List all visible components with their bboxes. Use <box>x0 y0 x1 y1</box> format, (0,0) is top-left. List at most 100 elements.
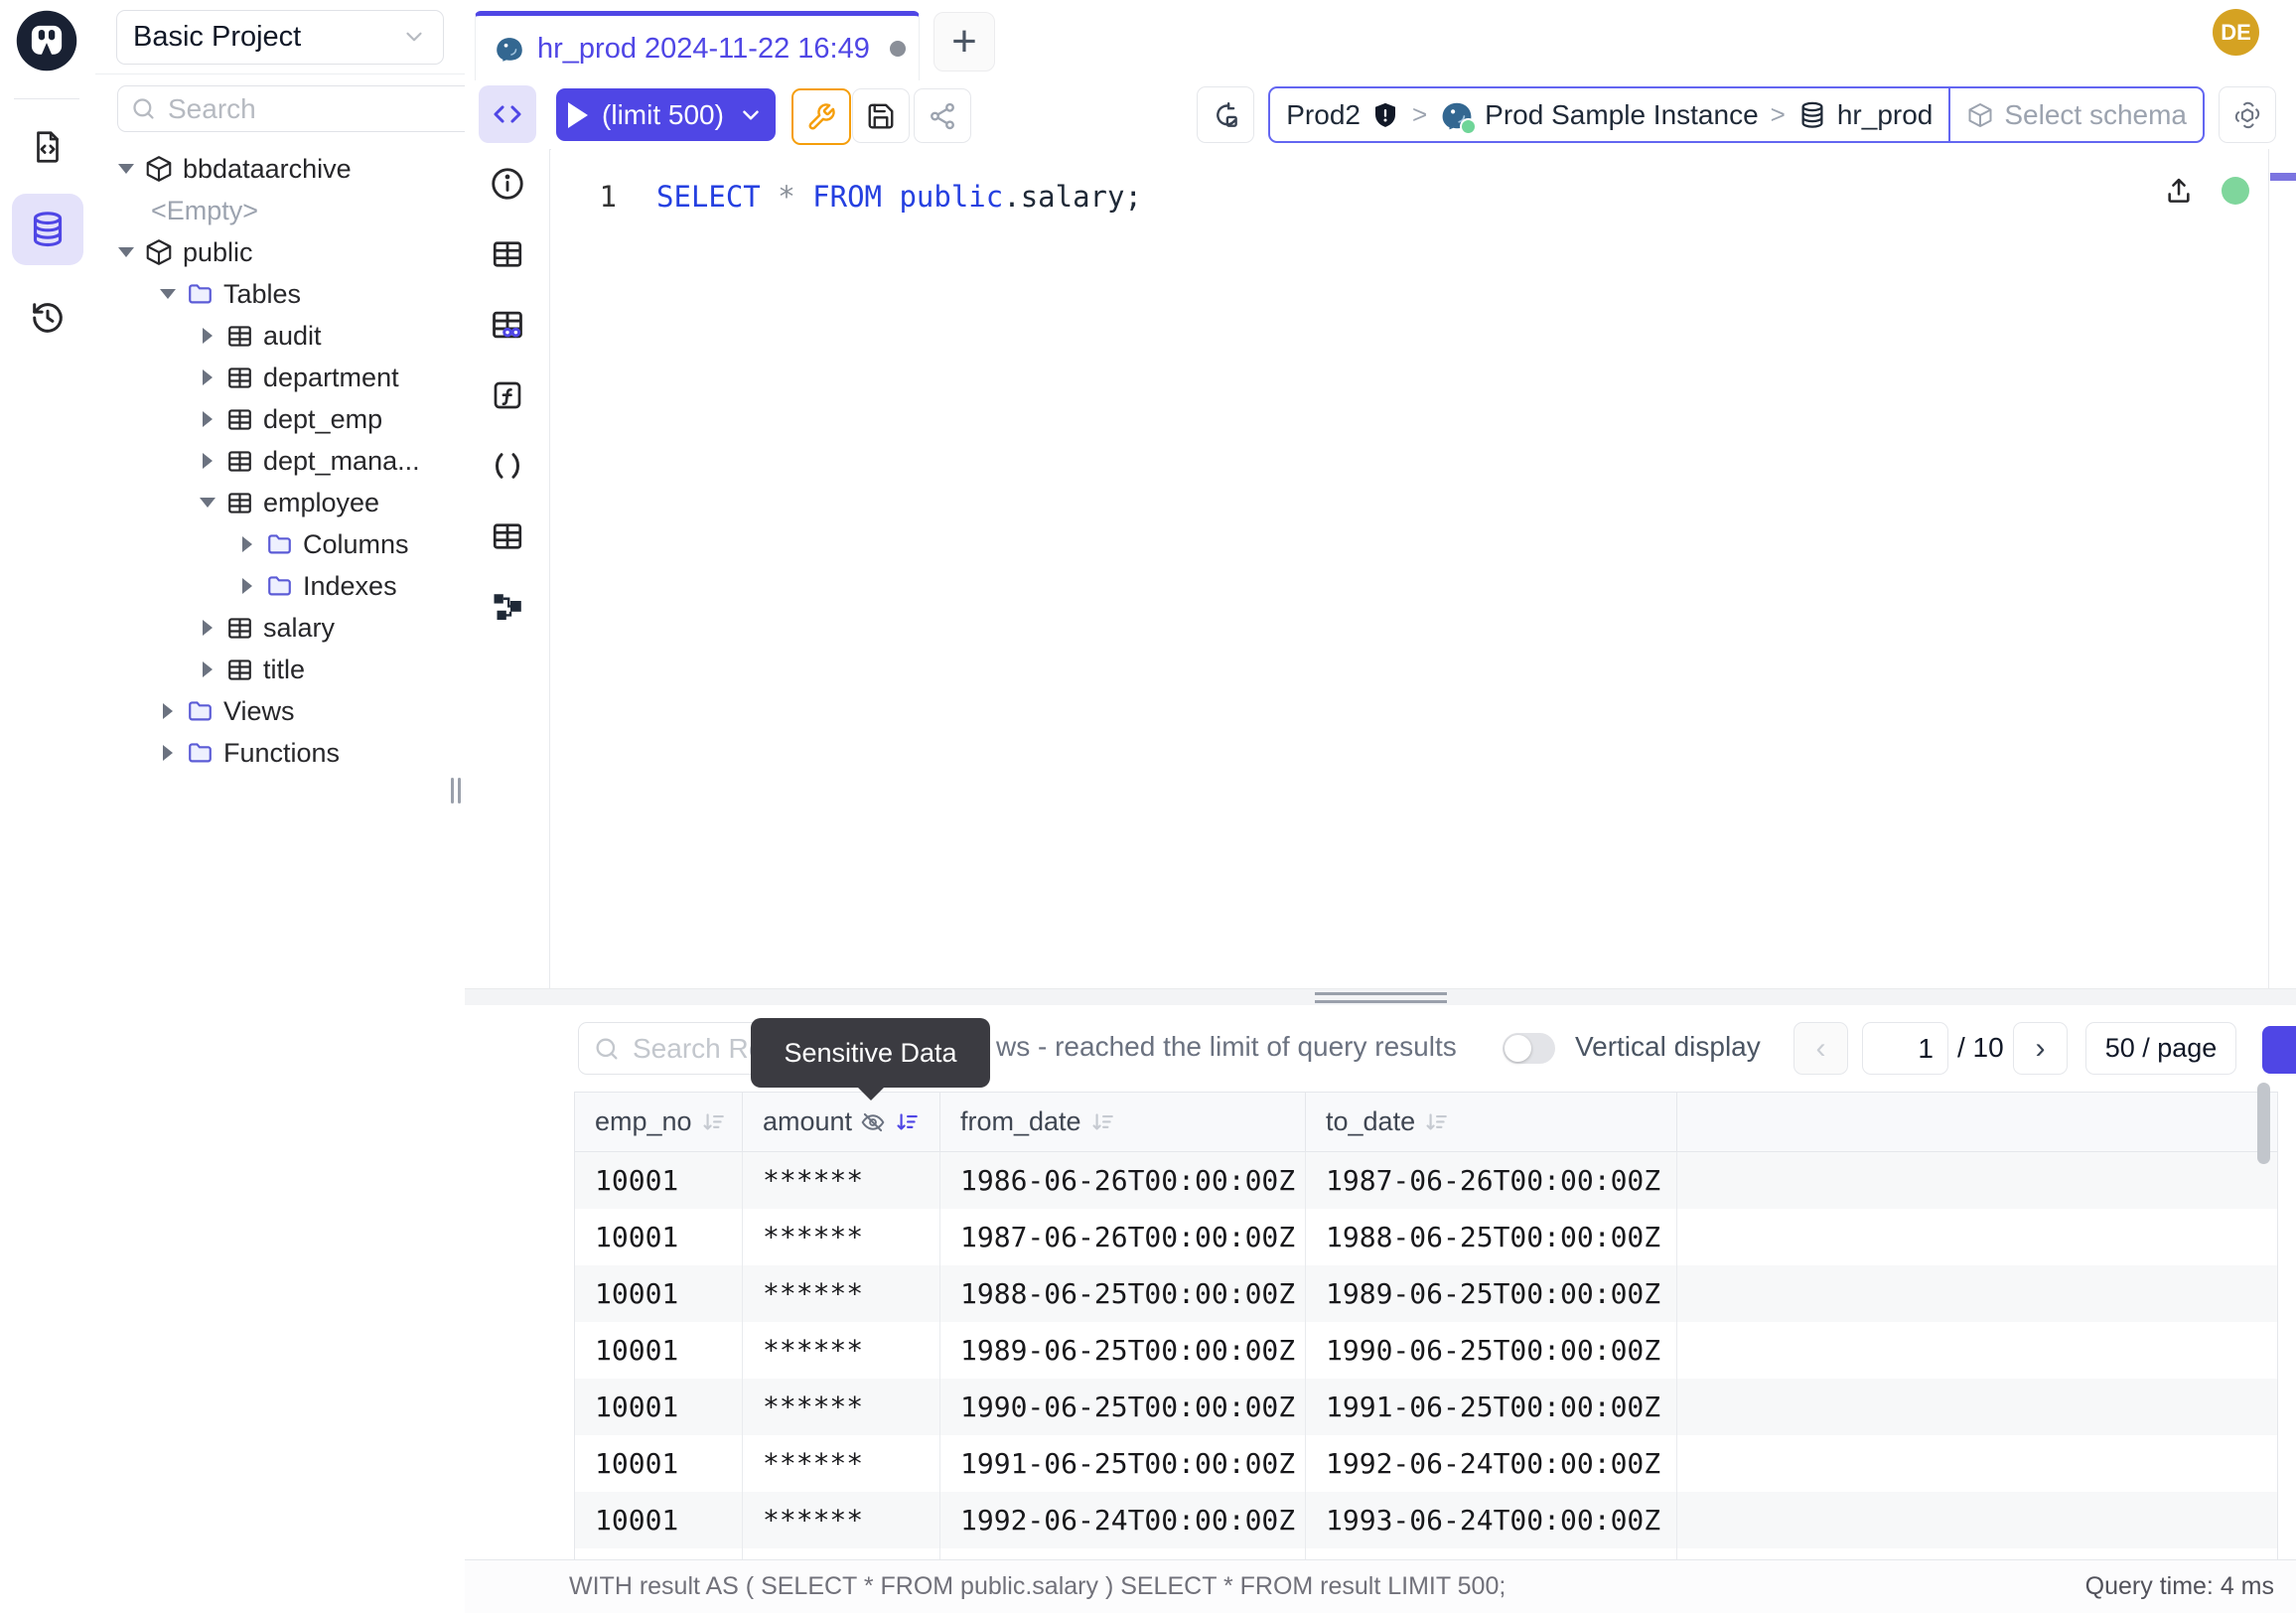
schema-diagram-icon[interactable] <box>489 588 526 626</box>
table-icon[interactable] <box>489 517 526 555</box>
folder-icon <box>186 697 215 726</box>
tree-item-empty: <Empty> <box>95 190 465 231</box>
history-button[interactable] <box>12 282 83 354</box>
editor-scrollbar-thumb[interactable] <box>2270 173 2296 181</box>
sort-icon[interactable] <box>1423 1109 1449 1135</box>
run-query-button[interactable]: (limit 500) <box>556 88 776 141</box>
chevron-right-icon[interactable] <box>159 745 177 761</box>
prev-page-button[interactable]: ‹ <box>1794 1022 1848 1075</box>
chevron-down-icon[interactable] <box>117 164 135 174</box>
chevron-right-icon[interactable] <box>199 661 216 677</box>
chevron-right-icon[interactable] <box>199 620 216 636</box>
tree-item-views[interactable]: Views <box>95 690 465 732</box>
breadcrumb-separator: > <box>1410 99 1429 130</box>
breadcrumb-connection[interactable]: Prod2 > Prod Sample Instance > <box>1270 88 1948 141</box>
tree-item-dept-emp[interactable]: dept_emp <box>95 398 465 440</box>
tree-item-salary[interactable]: salary <box>95 607 465 649</box>
tree-item-employee[interactable]: employee <box>95 482 465 523</box>
chevron-down-icon[interactable] <box>117 247 135 257</box>
column-header-amount[interactable]: amount <box>743 1093 940 1151</box>
table-row[interactable]: 10001******1988-06-25T00:00:00Z1989-06-2… <box>575 1265 2277 1322</box>
info-icon[interactable] <box>489 165 526 203</box>
tree-item-tables[interactable]: Tables <box>95 273 465 315</box>
next-page-button[interactable]: › <box>2013 1022 2068 1075</box>
database-stack-icon <box>1797 100 1827 130</box>
ai-assistant-button[interactable] <box>2219 86 2276 143</box>
worksheet-button[interactable] <box>12 111 83 183</box>
tab-hr-prod[interactable]: hr_prod 2024-11-22 16:49 <box>475 11 920 81</box>
chevron-down-icon <box>401 24 427 50</box>
chevron-right-icon[interactable] <box>238 536 256 552</box>
chevron-right-icon[interactable] <box>199 453 216 469</box>
chevron-down-icon[interactable] <box>199 498 216 508</box>
sort-icon-active[interactable] <box>894 1109 920 1135</box>
table-row[interactable]: 10001******1993-06-24T00:00:00Z1994-06-2… <box>575 1548 2277 1559</box>
table-icon <box>225 405 254 434</box>
parentheses-icon[interactable] <box>489 447 526 485</box>
page-number-input[interactable] <box>1862 1022 1948 1075</box>
page-size-select[interactable]: 50 / page <box>2085 1022 2236 1075</box>
export-data-button[interactable] <box>2262 1026 2296 1074</box>
chevron-down-icon[interactable] <box>159 289 177 299</box>
table-row[interactable]: 10001******1986-06-26T00:00:00Z1987-06-2… <box>575 1152 2277 1209</box>
tree-item-label: bbdataarchive <box>183 154 352 185</box>
tree-item-functions[interactable]: Functions <box>95 732 465 774</box>
column-header-from-date[interactable]: from_date <box>940 1093 1306 1151</box>
user-avatar[interactable]: DE <box>2213 9 2259 56</box>
table-row[interactable]: 10001******1992-06-24T00:00:00Z1993-06-2… <box>575 1492 2277 1548</box>
chevron-right-icon[interactable] <box>159 703 177 719</box>
chevron-right-icon[interactable] <box>199 369 216 385</box>
databases-button[interactable] <box>12 194 83 265</box>
table-row[interactable]: 10001******1990-06-25T00:00:00Z1991-06-2… <box>575 1379 2277 1435</box>
schema-cube-icon <box>1966 101 1994 129</box>
share-sheet-button[interactable] <box>914 88 971 143</box>
postgres-icon <box>1439 97 1475 133</box>
function-icon[interactable] <box>489 376 526 414</box>
tree-item-public[interactable]: public <box>95 231 465 273</box>
chevron-right-icon[interactable] <box>238 578 256 594</box>
editor-side-rail <box>465 149 550 988</box>
upload-sql-icon[interactable] <box>2163 175 2195 207</box>
column-header-to-date[interactable]: to_date <box>1306 1093 1677 1151</box>
masked-table-icon[interactable] <box>489 306 526 344</box>
table-row[interactable]: 10001******1987-06-26T00:00:00Z1988-06-2… <box>575 1209 2277 1265</box>
project-select[interactable]: Basic Project <box>116 10 444 65</box>
table-icon <box>225 447 254 476</box>
table-row[interactable]: 10001******1991-06-25T00:00:00Z1992-06-2… <box>575 1435 2277 1492</box>
postgres-icon <box>494 33 525 65</box>
search-icon <box>593 1035 621 1063</box>
chevron-right-icon[interactable] <box>199 411 216 427</box>
schema-select[interactable]: Select schema <box>1950 88 2203 141</box>
table-row[interactable]: 10001******1989-06-25T00:00:00Z1990-06-2… <box>575 1322 2277 1379</box>
tree-item-title[interactable]: title <box>95 649 465 690</box>
sql-panel-toggle-button[interactable] <box>479 85 536 143</box>
save-sheet-button[interactable] <box>852 88 910 143</box>
results-toolbar: ws - reached the limit of query results … <box>465 1022 2296 1075</box>
column-header-empty <box>1677 1093 2277 1151</box>
sidebar-resize-handle[interactable] <box>451 778 461 804</box>
bytebase-logo[interactable] <box>14 8 79 73</box>
table-info-icon[interactable] <box>489 235 526 273</box>
tree-item-dept-manager[interactable]: dept_mana... <box>95 440 465 482</box>
sql-editor[interactable]: 1 SELECT * FROM public.salary; <box>551 149 2296 988</box>
table-icon <box>225 322 254 351</box>
admin-wrench-button[interactable] <box>791 88 851 145</box>
schema-tree: bbdataarchive <Empty> public Tables audi… <box>95 132 465 774</box>
chevron-down-icon[interactable] <box>738 102 764 128</box>
connection-chip-button[interactable] <box>1197 86 1254 143</box>
search-icon <box>130 95 157 122</box>
new-tab-button[interactable]: + <box>933 12 995 72</box>
sort-icon[interactable] <box>1089 1109 1115 1135</box>
tree-item-bbdataarchive[interactable]: bbdataarchive <box>95 148 465 190</box>
tree-item-indexes[interactable]: Indexes <box>95 565 465 607</box>
editor-scrollbar[interactable] <box>2268 149 2296 988</box>
chevron-right-icon[interactable] <box>199 328 216 344</box>
tree-item-department[interactable]: department <box>95 357 465 398</box>
tab-bar: hr_prod 2024-11-22 16:49 + DE <box>465 0 2296 81</box>
results-scrollbar-thumb[interactable] <box>2257 1083 2270 1164</box>
tree-item-audit[interactable]: audit <box>95 315 465 357</box>
tree-item-columns[interactable]: Columns <box>95 523 465 565</box>
sort-icon[interactable] <box>700 1109 726 1135</box>
column-header-emp-no[interactable]: emp_no <box>575 1093 743 1151</box>
vertical-display-toggle[interactable] <box>1503 1033 1555 1064</box>
